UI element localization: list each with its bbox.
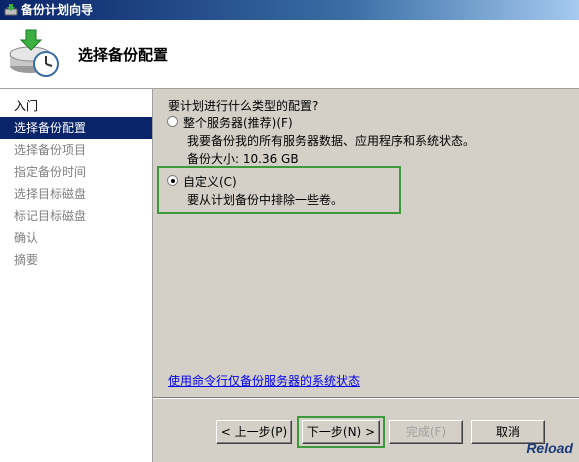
- title-bar[interactable]: 备份计划向导: [0, 0, 579, 20]
- wizard-header: 选择备份配置: [0, 20, 579, 89]
- nav-step-summary: 摘要: [14, 253, 39, 267]
- page-title: 选择备份配置: [78, 46, 169, 64]
- nav-step-backup-config: 选择备份配置: [0, 117, 152, 139]
- wizard-content: 要计划进行什么类型的配置? 整个服务器(推荐)(F) 我要备份我的所有服务器数据…: [153, 89, 579, 462]
- custom-radio[interactable]: [167, 175, 178, 186]
- nav-step-getting-started: 入门: [14, 99, 39, 113]
- custom-description: 要从计划备份中排除一些卷。: [187, 193, 344, 207]
- reload-watermark: Reload: [526, 440, 573, 456]
- full-server-radio[interactable]: [167, 116, 178, 127]
- nav-step-label-destination: 标记目标磁盘: [14, 209, 87, 223]
- footer-separator: [153, 397, 579, 399]
- option-custom[interactable]: 自定义(C) 要从计划备份中排除一些卷。: [167, 173, 387, 209]
- back-button[interactable]: < 上一步(P): [216, 420, 292, 444]
- nav-step-select-items: 选择备份项目: [14, 143, 87, 157]
- window-title: 备份计划向导: [21, 3, 94, 17]
- nav-step-select-destination: 选择目标磁盘: [14, 187, 87, 201]
- backup-app-icon: [4, 4, 18, 16]
- finish-button[interactable]: 完成(F): [389, 420, 463, 444]
- full-server-description: 我要备份我的所有服务器数据、应用程序和系统状态。: [187, 134, 476, 148]
- nav-step-specify-time: 指定备份时间: [14, 165, 87, 179]
- command-line-system-state-link[interactable]: 使用命令行仅备份服务器的系统状态: [168, 372, 360, 389]
- backup-disk-clock-icon: [9, 29, 59, 77]
- custom-label: 自定义(C): [183, 175, 237, 189]
- backup-size-text: 备份大小: 10.36 GB: [187, 152, 299, 166]
- nav-step-confirm: 确认: [14, 231, 39, 245]
- option-full-server[interactable]: 整个服务器(推荐)(F) 我要备份我的所有服务器数据、应用程序和系统状态。 备份…: [167, 114, 487, 166]
- wizard-steps-nav: 入门 选择备份配置 选择备份项目 指定备份时间 选择目标磁盘 标记目标磁盘 确认…: [0, 89, 153, 462]
- full-server-label: 整个服务器(推荐)(F): [183, 116, 293, 130]
- next-button[interactable]: 下一步(N) >: [302, 420, 380, 444]
- config-prompt: 要计划进行什么类型的配置?: [168, 99, 319, 113]
